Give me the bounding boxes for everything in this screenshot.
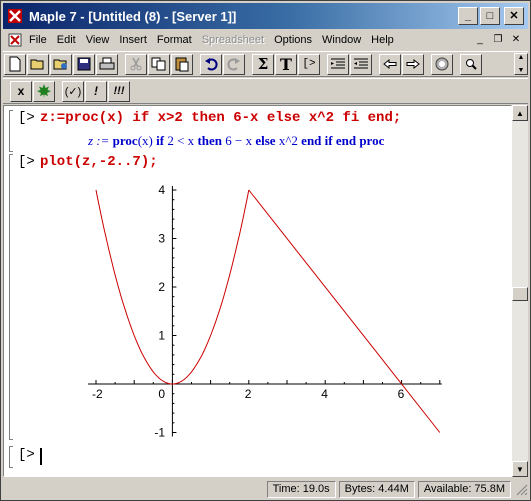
- open-url-icon[interactable]: [50, 53, 72, 75]
- close-button[interactable]: ✕: [504, 7, 524, 25]
- menu-view[interactable]: View: [81, 34, 115, 46]
- indent-icon[interactable]: [327, 53, 349, 75]
- menu-insert[interactable]: Insert: [114, 34, 152, 46]
- maple-leaf-icon[interactable]: [33, 80, 55, 102]
- menu-file[interactable]: File: [24, 34, 52, 46]
- scroll-up-button[interactable]: ▲: [512, 105, 528, 121]
- forward-arrow-icon[interactable]: [402, 53, 424, 75]
- output-lhs: z :=: [88, 133, 113, 148]
- main-toolbar: Σ T [>: [3, 51, 528, 77]
- y-tick-label: -1: [154, 426, 165, 439]
- doc-close-button[interactable]: ✕: [508, 32, 524, 46]
- context-toolbar: x (✓) ! !!!: [3, 78, 528, 104]
- x-tick-label: 4: [321, 387, 328, 401]
- arrow-up-icon: ▲: [517, 54, 525, 61]
- text-cursor: [40, 448, 42, 465]
- x-icon: x: [17, 84, 25, 98]
- undo-icon[interactable]: [200, 53, 222, 75]
- series-line: [248, 189, 441, 433]
- y-tick-label: 4: [158, 183, 165, 197]
- group-bracket[interactable]: [9, 154, 13, 440]
- output-then: 6 − x: [225, 133, 253, 148]
- open-folder-icon[interactable]: [27, 53, 49, 75]
- redo-icon[interactable]: [223, 53, 245, 75]
- output-cond: 2 < x: [167, 133, 195, 148]
- menu-edit[interactable]: Edit: [52, 34, 81, 46]
- magnify-icon[interactable]: [460, 53, 482, 75]
- prompt-1: [>: [18, 110, 35, 126]
- insert-prompt-button[interactable]: [>: [298, 53, 320, 75]
- plot-region[interactable]: -2 0 2 4 6 4 3 2 1 -1: [64, 178, 454, 438]
- output-kw-end: end if end proc: [297, 133, 385, 148]
- text-input-button[interactable]: T: [275, 53, 297, 75]
- scroll-down-button[interactable]: ▼: [512, 461, 528, 477]
- minimize-button[interactable]: _: [458, 7, 478, 25]
- copy-icon[interactable]: [148, 53, 170, 75]
- doc-restore-button[interactable]: ❐: [490, 32, 506, 46]
- new-file-icon[interactable]: [4, 53, 26, 75]
- worksheet-area[interactable]: [> z:=proc(x) if x>2 then 6-x else x^2 f…: [3, 105, 512, 477]
- maple-app-icon[interactable]: [7, 8, 23, 24]
- output-1: z := proc(x) if 2 < x then 6 − x else x^…: [88, 133, 384, 149]
- menu-window[interactable]: Window: [317, 34, 366, 46]
- prompt-2: [>: [18, 154, 35, 170]
- save-icon[interactable]: [73, 53, 95, 75]
- outdent-icon[interactable]: [350, 53, 372, 75]
- title-bar[interactable]: Maple 7 - [Untitled (8) - [Server 1]] _ …: [3, 3, 528, 29]
- menu-format[interactable]: Format: [152, 34, 197, 46]
- y-tick-label: 2: [158, 280, 165, 294]
- input-command-1[interactable]: z:=proc(x) if x>2 then 6-x else x^2 fi e…: [40, 110, 401, 126]
- menu-bar: File Edit View Insert Format Spreadsheet…: [3, 30, 528, 50]
- execute-all-button[interactable]: !!!: [108, 80, 130, 102]
- stop-icon[interactable]: [431, 53, 453, 75]
- cut-icon[interactable]: [125, 53, 147, 75]
- output-else: x^2: [278, 133, 298, 148]
- toolbar-scroll-button[interactable]: ▲ ▼: [514, 53, 528, 75]
- x-tick-label: 2: [245, 387, 252, 401]
- status-available: Available: 75.8M: [417, 480, 511, 498]
- arrow-down-icon: ▼: [517, 67, 525, 74]
- resize-grip-icon[interactable]: [514, 482, 528, 496]
- maximize-button[interactable]: □: [480, 7, 500, 25]
- print-icon[interactable]: [96, 53, 118, 75]
- status-bytes: Bytes: 4.44M: [338, 480, 415, 498]
- document-icon[interactable]: [6, 31, 24, 49]
- output-kw-if: if: [152, 133, 168, 148]
- menu-help[interactable]: Help: [366, 34, 399, 46]
- output-kw-then: then: [194, 133, 226, 148]
- menu-spreadsheet[interactable]: Spreadsheet: [197, 34, 269, 46]
- input-command-2[interactable]: plot(z,-2..7);: [40, 154, 158, 170]
- x-tick-label: 0: [158, 387, 165, 401]
- execute-check-button[interactable]: (✓): [62, 80, 84, 102]
- arrow-up-icon: ▲: [516, 108, 524, 118]
- x-tick-label: 6: [398, 387, 405, 401]
- y-tick-label: 1: [158, 329, 165, 343]
- output-kw-else: else: [252, 133, 279, 148]
- menu-options[interactable]: Options: [269, 34, 317, 46]
- output-arg: (x): [137, 133, 153, 148]
- back-arrow-icon[interactable]: [379, 53, 401, 75]
- status-bar: Time: 19.0s Bytes: 4.44M Available: 75.8…: [3, 479, 528, 499]
- scroll-thumb[interactable]: [512, 287, 528, 301]
- paste-icon[interactable]: [171, 53, 193, 75]
- status-time: Time: 19.0s: [266, 480, 336, 498]
- vertical-scrollbar[interactable]: ▲ ▼: [512, 105, 528, 477]
- doc-minimize-button[interactable]: _: [472, 32, 488, 46]
- prompt-3: [>: [18, 447, 35, 463]
- maple-window: Maple 7 - [Untitled (8) - [Server 1]] _ …: [0, 0, 531, 501]
- arrow-down-icon: ▼: [516, 464, 524, 474]
- group-bracket[interactable]: [9, 110, 13, 152]
- execute-button[interactable]: !: [85, 80, 107, 102]
- window-title: Maple 7 - [Untitled (8) - [Server 1]]: [29, 8, 237, 24]
- x-tick-label: -2: [92, 387, 103, 401]
- y-tick-label: 3: [158, 232, 165, 246]
- output-kw-proc: proc: [112, 133, 138, 148]
- stop-computation-button[interactable]: x: [10, 80, 32, 102]
- math-input-button[interactable]: Σ: [252, 53, 274, 75]
- group-bracket[interactable]: [9, 446, 13, 468]
